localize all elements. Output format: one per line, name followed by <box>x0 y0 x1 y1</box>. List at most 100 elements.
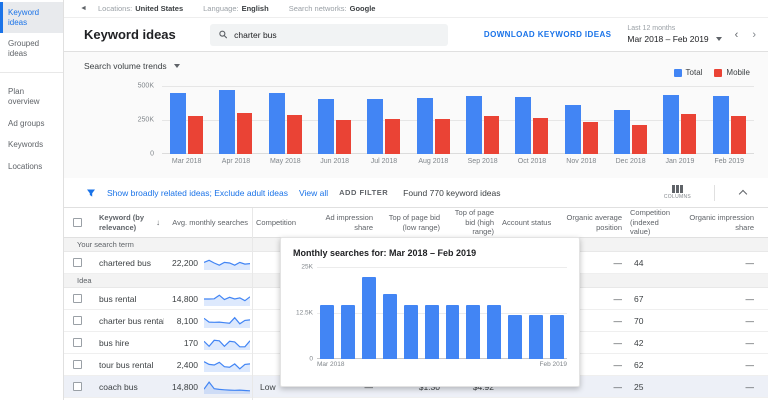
mobile-bar[interactable] <box>237 112 253 154</box>
view-all-link[interactable]: View all <box>299 188 328 198</box>
total-bar[interactable] <box>318 98 335 154</box>
download-keyword-ideas-button[interactable]: DOWNLOAD KEYWORD IDEAS <box>484 30 611 39</box>
collapse-panel-icon[interactable]: ◄ <box>80 5 87 12</box>
sparkline-chart[interactable] <box>203 335 251 350</box>
total-bar[interactable] <box>466 96 483 154</box>
tooltip-bar-aug-2018[interactable] <box>424 304 439 359</box>
sparkline-chart[interactable] <box>203 379 251 394</box>
total-bar[interactable] <box>170 92 187 154</box>
sidebar-item-grouped-ideas[interactable]: Grouped ideas <box>0 33 63 64</box>
tooltip-bar-sep-2018[interactable] <box>445 304 460 359</box>
column-header-competition-indexed[interactable]: Competition (indexed value) <box>626 208 682 236</box>
column-header-avg-monthly-searches[interactable]: Avg. monthly searches <box>164 218 252 227</box>
total-bar[interactable] <box>614 110 631 154</box>
mobile-bar[interactable] <box>730 116 746 154</box>
trends-title: Search volume trends <box>84 61 167 71</box>
row-checkbox[interactable] <box>72 258 82 267</box>
tooltip-bar-nov-2018[interactable] <box>487 304 502 359</box>
row-checkbox[interactable] <box>72 294 82 303</box>
columns-icon <box>672 185 683 193</box>
trends-title-dropdown[interactable]: Search volume trends <box>84 61 180 71</box>
keyword-search-box[interactable] <box>209 23 448 46</box>
setting-value: United States <box>135 4 184 13</box>
sidebar-item-plan-overview[interactable]: Plan overview <box>0 81 63 112</box>
column-header-ad-impression-share[interactable]: Ad impression share <box>316 213 377 232</box>
column-header-keyword[interactable]: Keyword (by relevance) ↓ <box>90 213 164 232</box>
tooltip-bar-may-2018[interactable] <box>361 277 376 359</box>
mobile-bar[interactable] <box>336 119 352 154</box>
column-header-top-of-page-bid-high[interactable]: Top of page bid (high range) <box>444 208 498 236</box>
row-checkbox[interactable] <box>72 382 82 391</box>
columns-button[interactable]: COLUMNS <box>664 185 691 200</box>
sidebar-item-keyword-ideas[interactable]: Keyword ideas <box>0 2 63 34</box>
topbar-setting-locations[interactable]: Locations: United States <box>98 4 183 13</box>
total-bar[interactable] <box>416 98 433 154</box>
sparkline-chart[interactable] <box>203 357 251 372</box>
total-bar[interactable] <box>268 92 285 154</box>
sort-descending-icon[interactable]: ↓ <box>156 218 160 228</box>
mobile-bar[interactable] <box>188 116 204 154</box>
tooltip-bar-dec-2018[interactable] <box>508 314 523 359</box>
total-bar[interactable] <box>663 94 680 154</box>
column-header-organic-impression-share[interactable]: Organic impression share <box>682 213 768 232</box>
broaden-ideas-link[interactable]: Show broadly related ideas; Exclude adul… <box>107 188 288 198</box>
total-bar[interactable] <box>515 96 532 154</box>
column-header-top-of-page-bid-low[interactable]: Top of page bid (low range) <box>377 213 444 232</box>
mobile-bar[interactable] <box>632 124 648 154</box>
sparkline-chart[interactable] <box>203 313 251 328</box>
sidebar-item-ad-groups[interactable]: Ad groups <box>0 113 63 135</box>
legend-swatch <box>714 68 723 77</box>
avg-monthly-searches-cell: 14,800 <box>172 293 198 304</box>
sparkline-chart[interactable] <box>203 255 251 270</box>
column-header-organic-average-position[interactable]: Organic average position <box>562 213 626 232</box>
x-tick-label: Nov 2018 <box>566 158 597 165</box>
bar-group-mar-2018 <box>162 86 211 154</box>
sidebar-item-locations[interactable]: Locations <box>0 156 63 178</box>
row-checkbox[interactable] <box>72 360 82 369</box>
tooltip-bar-apr-2018[interactable] <box>340 304 355 359</box>
total-bar[interactable] <box>367 98 384 154</box>
total-bar[interactable] <box>219 90 236 154</box>
row-checkbox[interactable] <box>72 316 82 325</box>
collapse-table-icon[interactable] <box>738 189 748 199</box>
select-all-checkbox[interactable] <box>72 218 82 227</box>
tooltip-bar-jul-2018[interactable] <box>403 304 418 359</box>
tooltip-bar-feb-2019[interactable] <box>550 314 565 359</box>
mobile-bar[interactable] <box>533 117 549 154</box>
x-tick-label: Jan 2019 <box>665 158 695 165</box>
column-header-account-status[interactable]: Account status <box>498 218 562 227</box>
row-checkbox-cell <box>64 382 90 391</box>
sparkline-chart[interactable] <box>204 291 251 306</box>
tooltip-bar-jan-2019[interactable] <box>529 314 544 359</box>
chevron-down-icon[interactable] <box>715 37 722 42</box>
topbar-setting-language[interactable]: Language: English <box>203 4 269 13</box>
tooltip-bar-oct-2018[interactable] <box>466 304 481 359</box>
tooltip-bar-mar-2018[interactable] <box>320 304 334 359</box>
row-checkbox-cell <box>64 258 90 267</box>
row-checkbox[interactable] <box>72 338 82 347</box>
tooltip-chart-yticks: 25K 12.5K 0 <box>291 264 315 363</box>
next-period-button[interactable]: › <box>745 29 768 41</box>
sidebar-item-keywords[interactable]: Keywords <box>0 134 63 156</box>
topbar-setting-search-networks[interactable]: Search networks: Google <box>289 4 376 13</box>
mobile-bar[interactable] <box>385 118 401 154</box>
mobile-bar[interactable] <box>434 119 450 154</box>
column-header-competition[interactable]: Competition <box>252 218 316 227</box>
previous-period-button[interactable]: ‹ <box>728 29 746 41</box>
total-bar[interactable] <box>564 105 581 154</box>
setting-label: Language: <box>203 4 239 13</box>
date-range-picker[interactable]: Last 12 months Mar 2018 – Feb 2019 <box>627 24 722 44</box>
column-header-label: Top of page bid (high range) <box>454 208 494 237</box>
tooltip-bar-jun-2018[interactable] <box>382 293 397 359</box>
setting-label: Search networks: <box>288 4 347 13</box>
divider <box>714 184 715 201</box>
total-bar[interactable] <box>712 96 729 154</box>
mobile-bar[interactable] <box>484 116 500 154</box>
column-header-label: Account status <box>502 217 552 227</box>
mobile-bar[interactable] <box>286 114 302 154</box>
mobile-bar[interactable] <box>681 114 697 154</box>
mobile-bar[interactable] <box>582 121 598 154</box>
add-filter-button[interactable]: ADD FILTER <box>339 188 388 197</box>
search-input[interactable] <box>234 29 439 40</box>
competition-indexed-cell: 42 <box>634 337 644 348</box>
